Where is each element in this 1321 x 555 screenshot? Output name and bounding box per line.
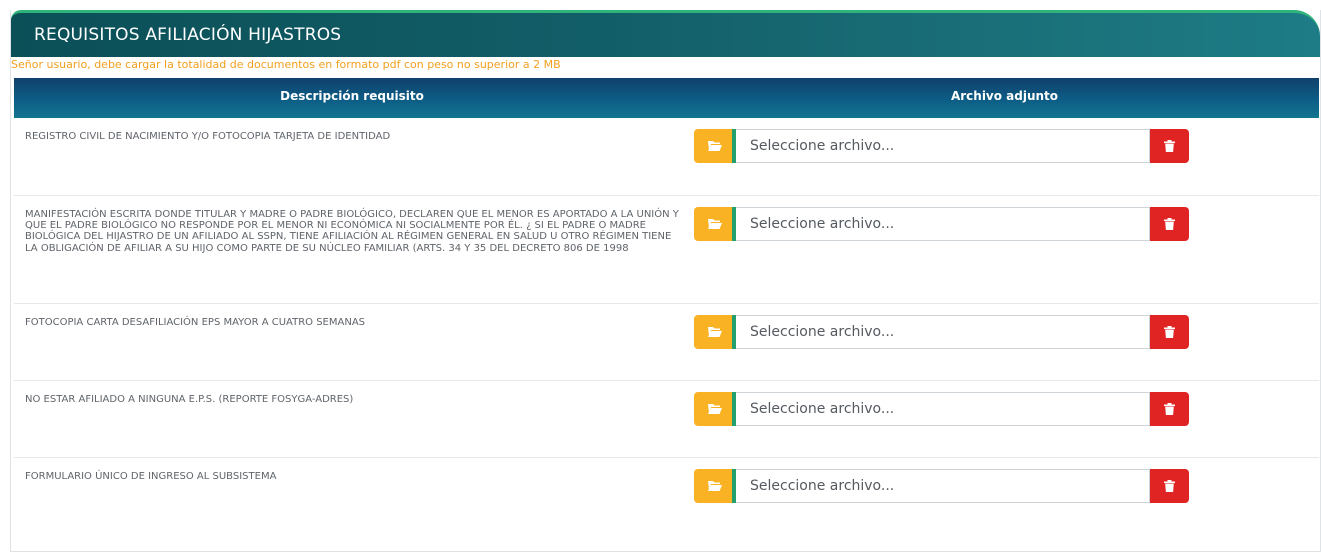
upload-notice: Señor usuario, debe cargar la totalidad …: [11, 58, 561, 71]
browse-file-button[interactable]: [694, 129, 736, 163]
requirement-description: REGISTRO CIVIL DE NACIMIENTO Y/O FOTOCOP…: [25, 131, 391, 142]
folder-open-icon: [708, 327, 722, 337]
delete-file-button[interactable]: [1150, 469, 1189, 503]
delete-file-button[interactable]: [1150, 207, 1189, 241]
folder-open-icon: [708, 404, 722, 414]
requirement-description: FOTOCOPIA CARTA DESAFILIACIÓN EPS MAYOR …: [25, 317, 366, 328]
delete-file-button[interactable]: [1150, 315, 1189, 349]
table-row: FORMULARIO ÚNICO DE INGRESO AL SUBSISTEM…: [14, 458, 1319, 548]
panel-title: REQUISITOS AFILIACIÓN HIJASTROS: [34, 25, 342, 45]
browse-file-button[interactable]: [694, 469, 736, 503]
delete-file-button[interactable]: [1150, 392, 1189, 426]
table-row: FOTOCOPIA CARTA DESAFILIACIÓN EPS MAYOR …: [14, 304, 1319, 381]
trash-icon: [1164, 480, 1175, 492]
folder-open-icon: [708, 219, 722, 229]
trash-icon: [1164, 326, 1175, 338]
trash-icon: [1164, 403, 1175, 415]
browse-file-button[interactable]: [694, 392, 736, 426]
trash-icon: [1164, 140, 1175, 152]
file-name-input[interactable]: [736, 315, 1150, 349]
table-row: NO ESTAR AFILIADO A NINGUNA E.P.S. (REPO…: [14, 381, 1319, 458]
requirement-description: NO ESTAR AFILIADO A NINGUNA E.P.S. (REPO…: [25, 394, 354, 405]
folder-open-icon: [708, 481, 722, 491]
folder-open-icon: [708, 141, 722, 151]
requirements-panel: REQUISITOS AFILIACIÓN HIJASTROS Señor us…: [10, 10, 1321, 552]
requirement-description: FORMULARIO ÚNICO DE INGRESO AL SUBSISTEM…: [25, 471, 277, 482]
browse-file-button[interactable]: [694, 207, 736, 241]
column-header-description: Descripción requisito: [280, 89, 424, 103]
delete-file-button[interactable]: [1150, 129, 1189, 163]
panel-header: REQUISITOS AFILIACIÓN HIJASTROS: [11, 10, 1320, 57]
table-header: Descripción requisito Archivo adjunto: [14, 78, 1319, 118]
file-name-input[interactable]: [736, 129, 1150, 163]
table-row: MANIFESTACIÓN ESCRITA DONDE TITULAR Y MA…: [14, 196, 1319, 304]
browse-file-button[interactable]: [694, 315, 736, 349]
requirement-description: MANIFESTACIÓN ESCRITA DONDE TITULAR Y MA…: [25, 209, 679, 254]
file-name-input[interactable]: [736, 207, 1150, 241]
file-name-input[interactable]: [736, 392, 1150, 426]
table-row: REGISTRO CIVIL DE NACIMIENTO Y/O FOTOCOP…: [14, 118, 1319, 196]
file-name-input[interactable]: [736, 469, 1150, 503]
column-header-file: Archivo adjunto: [950, 89, 1059, 103]
trash-icon: [1164, 218, 1175, 230]
